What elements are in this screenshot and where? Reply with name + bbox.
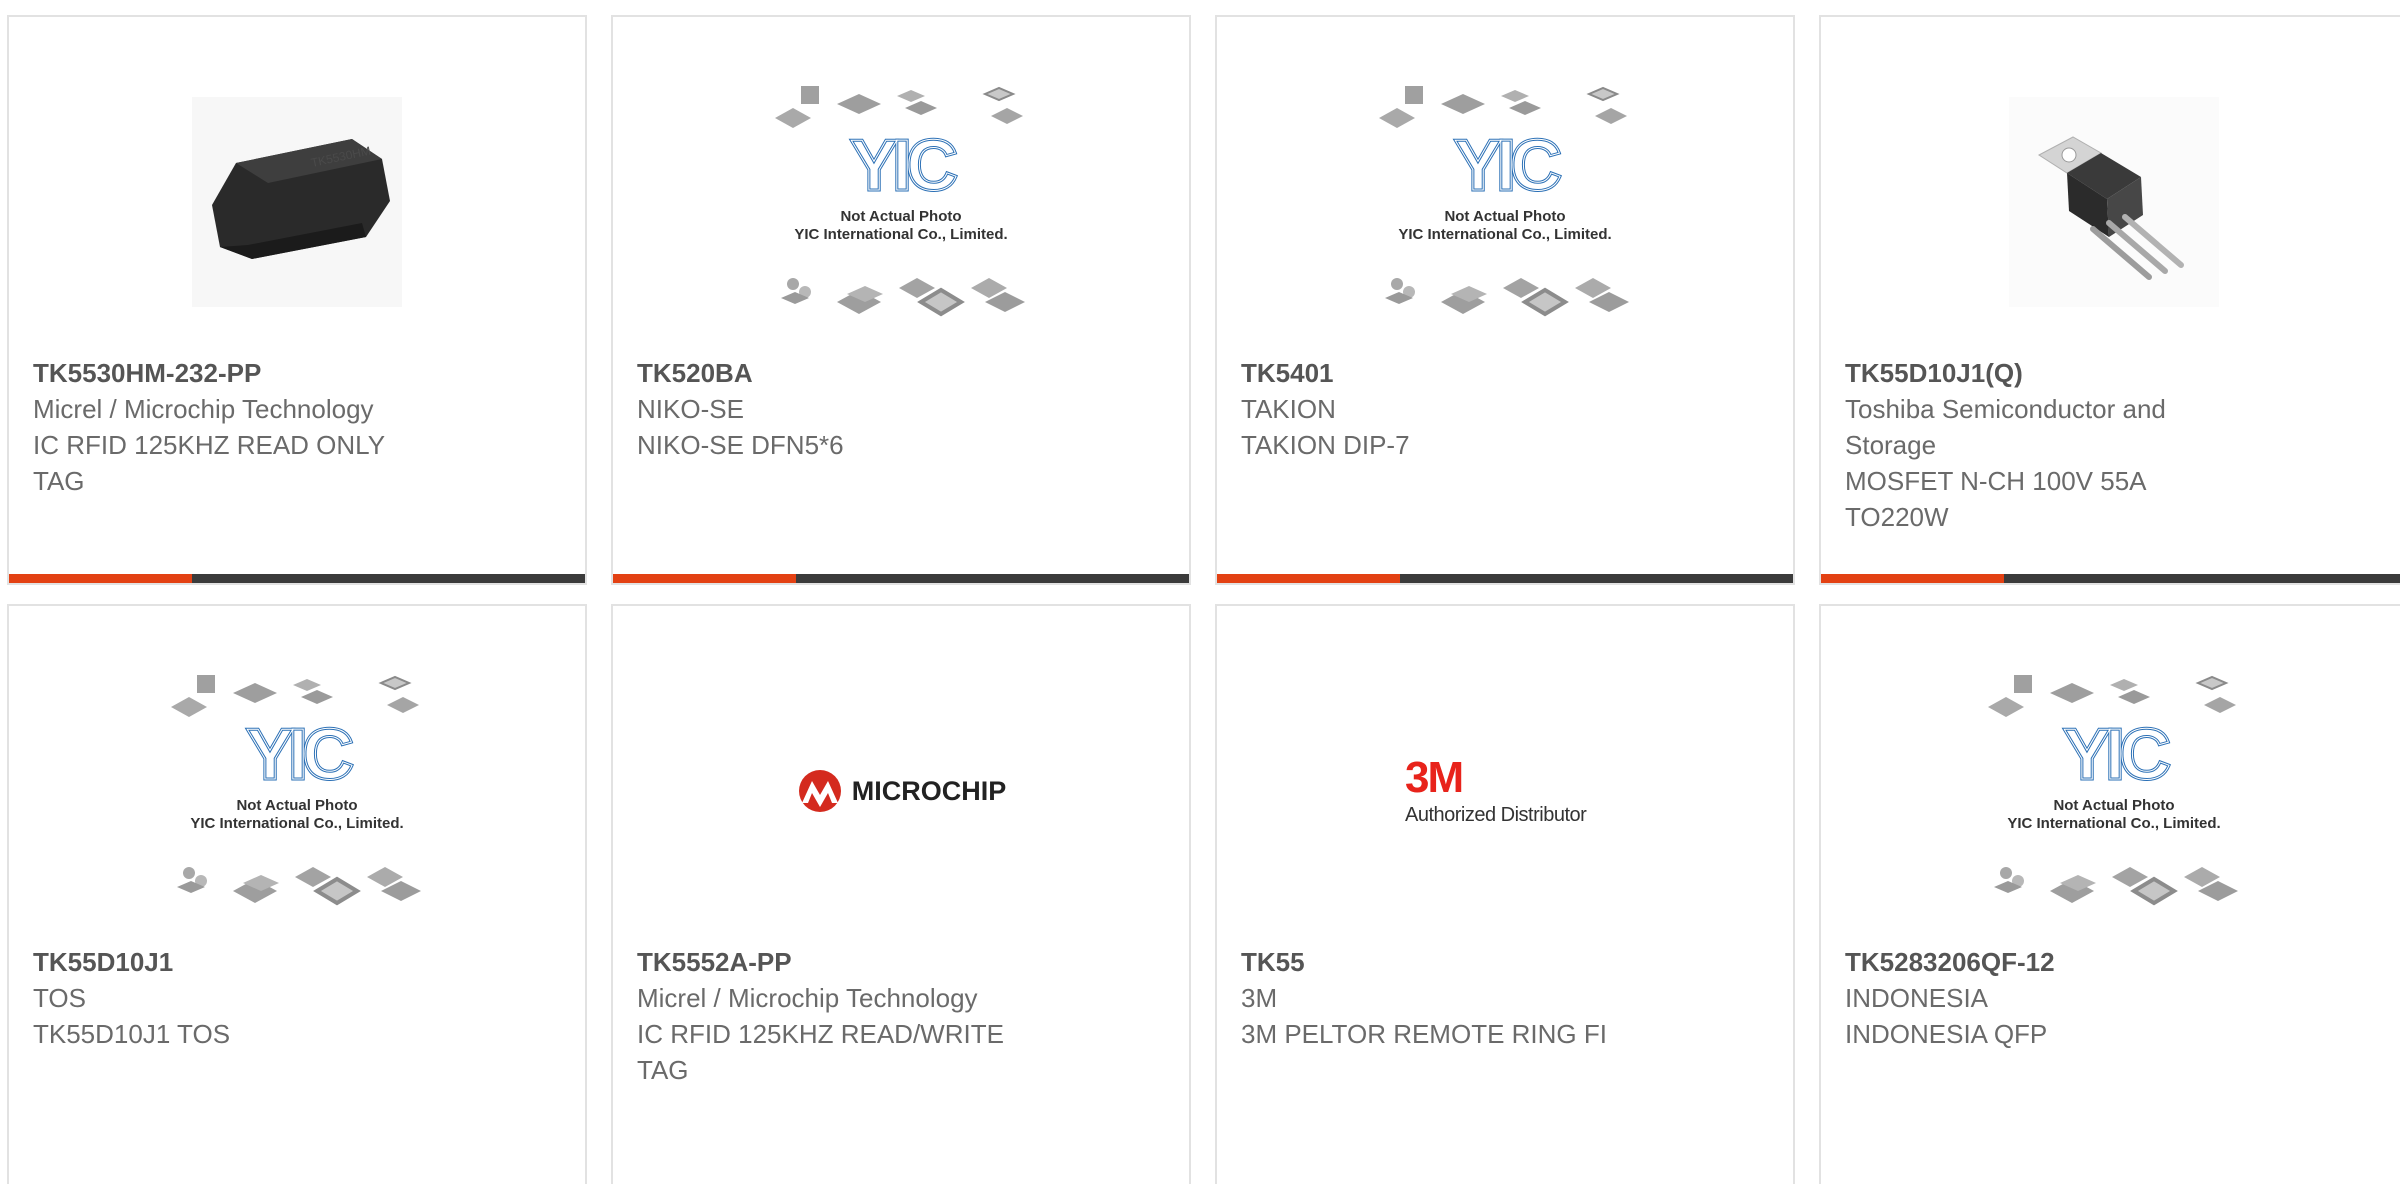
product-image[interactable]: Not Actual Photo YIC International Co., … — [1217, 77, 1793, 327]
card-footer-bar — [613, 574, 1189, 583]
card-footer-bar — [1821, 574, 2400, 583]
product-image[interactable]: TK5530HM — [9, 77, 585, 327]
product-card[interactable]: Not Actual Photo YIC International Co., … — [1819, 604, 2400, 1184]
product-image[interactable]: Not Actual Photo YIC International Co., … — [1821, 666, 2400, 916]
product-card[interactable]: TK55D10J1(Q) Toshiba Semiconductor and S… — [1819, 15, 2400, 585]
description: NIKO-SE DFN5*6 — [637, 430, 844, 460]
card-footer-accent — [1217, 574, 1400, 583]
part-number[interactable]: TK5401 — [1241, 355, 1769, 391]
part-number[interactable]: TK5283206QF-12 — [1845, 944, 2383, 980]
product-image[interactable]: Not Actual Photo YIC International Co., … — [9, 666, 585, 916]
placeholder-line1: Not Actual Photo — [840, 208, 962, 225]
product-image[interactable]: MICROCHIP — [613, 666, 1189, 916]
yic-placeholder-image: Not Actual Photo YIC International Co., … — [1979, 671, 2249, 911]
microchip-logo: MICROCHIP — [796, 769, 1007, 813]
product-card[interactable]: MICROCHIP TK5552A-PP Micrel / Microchip … — [611, 604, 1191, 1184]
to220-photo — [2009, 97, 2219, 307]
description: 3M PELTOR REMOTE RING FI — [1241, 1019, 1607, 1049]
yic-placeholder-image: Not Actual Photo YIC International Co., … — [766, 82, 1036, 322]
description: TK55D10J1 TOS — [33, 1019, 231, 1049]
product-image[interactable] — [1821, 77, 2400, 327]
card-footer-accent — [9, 574, 192, 583]
placeholder-line1: Not Actual Photo — [2053, 797, 2175, 814]
part-number[interactable]: TK520BA — [637, 355, 1165, 391]
description: MOSFET N-CH 100V 55A TO220W — [1845, 466, 2146, 532]
description: TAKION DIP-7 — [1241, 430, 1410, 460]
card-footer-bar — [9, 574, 585, 583]
microchip-icon — [798, 770, 841, 812]
manufacturer: INDONESIA — [1845, 983, 1989, 1013]
manufacturer: Micrel / Microchip Technology — [33, 394, 374, 424]
card-footer-accent — [1821, 574, 2004, 583]
placeholder-line1: Not Actual Photo — [1444, 208, 1566, 225]
product-image[interactable]: Not Actual Photo YIC International Co., … — [613, 77, 1189, 327]
product-card[interactable]: Not Actual Photo YIC International Co., … — [611, 15, 1191, 585]
description: INDONESIA QFP — [1845, 1019, 2048, 1049]
manufacturer: TAKION — [1241, 394, 1336, 424]
product-image[interactable]: 3M Authorized Distributor — [1217, 666, 1793, 916]
product-grid: TK5530HM TK5530HM-232-PP Micrel / Microc… — [0, 0, 2400, 1184]
rfid-tag-photo: TK5530HM — [192, 97, 402, 307]
3m-logo: 3M Authorized Distributor — [1405, 752, 1605, 827]
part-number[interactable]: TK55 — [1241, 944, 1769, 980]
manufacturer: 3M — [1241, 983, 1278, 1013]
3m-logo-mark: 3M — [1405, 752, 1464, 802]
microchip-logo-text: MICROCHIP — [851, 775, 1007, 806]
placeholder-line2: YIC International Co., Limited. — [794, 226, 1008, 243]
card-footer-accent — [613, 574, 796, 583]
description: IC RFID 125KHZ READ ONLY TAG — [33, 430, 385, 496]
part-number[interactable]: TK55D10J1 — [33, 944, 561, 980]
yic-placeholder-image: Not Actual Photo YIC International Co., … — [162, 671, 432, 911]
product-card[interactable]: 3M Authorized Distributor TK55 3M 3M PEL… — [1215, 604, 1795, 1184]
yic-placeholder-image: Not Actual Photo YIC International Co., … — [1370, 82, 1640, 322]
product-card[interactable]: TK5530HM TK5530HM-232-PP Micrel / Microc… — [7, 15, 587, 585]
manufacturer: Micrel / Microchip Technology — [637, 983, 978, 1013]
manufacturer: Toshiba Semiconductor and Storage — [1845, 394, 2166, 460]
product-card[interactable]: Not Actual Photo YIC International Co., … — [1215, 15, 1795, 585]
product-card[interactable]: Not Actual Photo YIC International Co., … — [7, 604, 587, 1184]
card-footer-bar — [1217, 574, 1793, 583]
description: IC RFID 125KHZ READ/WRITE TAG — [637, 1019, 1004, 1085]
placeholder-line2: YIC International Co., Limited. — [1398, 226, 1612, 243]
manufacturer: TOS — [33, 983, 86, 1013]
placeholder-line2: YIC International Co., Limited. — [2007, 815, 2221, 832]
manufacturer: NIKO-SE — [637, 394, 744, 424]
3m-logo-caption: Authorized Distributor — [1405, 803, 1587, 826]
placeholder-line1: Not Actual Photo — [236, 797, 358, 814]
part-number[interactable]: TK55D10J1(Q) — [1845, 355, 2383, 391]
part-number[interactable]: TK5530HM-232-PP — [33, 355, 561, 391]
placeholder-line2: YIC International Co., Limited. — [190, 815, 404, 832]
part-number[interactable]: TK5552A-PP — [637, 944, 1165, 980]
